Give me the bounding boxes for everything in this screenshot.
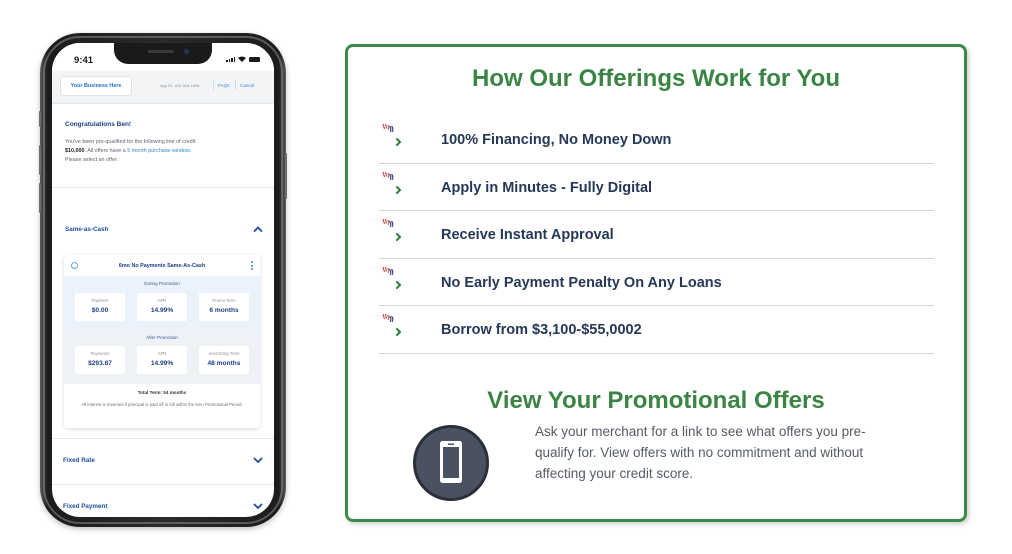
chevron-down-icon[interactable] (253, 455, 263, 465)
business-logo-button[interactable]: Your Business Here (60, 76, 132, 96)
tile-value: 48 months (207, 360, 241, 367)
section-fixed-rate[interactable]: Fixed Rate (52, 452, 274, 472)
feature-item: Apply in Minutes - Fully Digital (379, 164, 934, 211)
section-same-as-cash[interactable]: Same-as-Cash (52, 221, 274, 241)
header-divider (213, 80, 214, 90)
promo-tile-payment: Payment $0.00 (75, 293, 125, 321)
cellular-signal-icon (226, 57, 235, 62)
tile-label: Payments (90, 351, 110, 356)
greeting-heading: Congratulations Ben! (65, 121, 132, 128)
offer-card[interactable]: 6mo No Payments Same-As-Cash During Prom… (64, 255, 260, 428)
section-divider (52, 438, 274, 439)
feature-item: Receive Instant Approval (379, 211, 934, 259)
tile-value: $293.87 (88, 360, 112, 367)
power-button (285, 153, 287, 199)
app-id-label: App ID: 403-918-1098 (160, 83, 200, 88)
tile-label: APR (157, 298, 167, 303)
volume-up-button (39, 145, 41, 175)
feature-text: Borrow from $3,100-$55,0002 (441, 322, 642, 338)
phone-notch (114, 43, 212, 64)
tile-value: 14.99% (150, 307, 174, 314)
header-divider (235, 80, 236, 90)
wifi-icon (238, 56, 246, 62)
tile-label: APR (157, 351, 167, 356)
feature-text: 100% Financing, No Money Down (441, 132, 672, 148)
tile-value: $0.00 (91, 307, 109, 314)
battery-icon (249, 57, 260, 62)
section-label: Fixed Payment (63, 503, 108, 510)
promo-tile-term: Promo Term 6 months (199, 293, 249, 321)
tile-value: 14.99% (150, 360, 174, 367)
broken-image-chevron-icon (382, 218, 402, 241)
mute-switch (39, 111, 41, 127)
section-divider (52, 484, 274, 485)
status-time: 9:41 (74, 55, 94, 66)
after-promotion-band: After Promotion Payments $293.87 APR 14.… (64, 330, 260, 384)
purchase-window-link[interactable]: 5 month purchase window (127, 148, 189, 154)
section-label: Same-as-Cash (65, 226, 109, 233)
intro-line1: You've been pre-qualified for the follow… (65, 139, 197, 145)
after-tile-apr: APR 14.99% (137, 346, 187, 374)
intro-line3: Please select an offer. (65, 156, 118, 163)
broken-image-chevron-icon (382, 266, 402, 289)
front-camera (184, 49, 189, 54)
promo-tile-apr: APR 14.99% (137, 293, 187, 321)
offer-title: 6mo No Payments Same-As-Cash (118, 263, 206, 269)
broken-image-chevron-icon (382, 123, 402, 146)
tile-value: 6 months (209, 307, 239, 314)
phone-screen: 9:41 Your Business Here App ID: 403-918-… (52, 43, 274, 517)
during-promotion-band: During Promotion Payment $0.00 APR 14.99… (64, 276, 260, 330)
phone-mockup: 9:41 Your Business Here App ID: 403-918-… (39, 33, 287, 527)
more-options-icon[interactable] (251, 261, 253, 270)
prequal-intro-text: You've been pre-qualified for the follow… (65, 138, 265, 164)
section-label: Fixed Rate (63, 457, 95, 464)
feature-text: No Early Payment Penalty On Any Loans (441, 274, 722, 291)
smartphone-icon (413, 425, 489, 501)
feature-list: 100% Financing, No Money Down Apply in M… (379, 116, 934, 354)
intro-end: . (189, 147, 192, 154)
app-header: Your Business Here App ID: 403-918-1098 … (52, 71, 274, 104)
after-tile-term: Amortizing Term 48 months (199, 346, 249, 374)
after-tile-payments: Payments $293.87 (75, 346, 125, 374)
section-divider (52, 187, 274, 188)
feature-item: 100% Financing, No Money Down (379, 116, 934, 164)
tile-label: Amortizing Term (208, 351, 240, 356)
feature-item: Borrow from $3,100-$55,0002 (379, 306, 934, 354)
speaker-grille (148, 50, 174, 53)
cancel-link[interactable]: Cancel (240, 83, 254, 88)
status-icons (226, 56, 260, 62)
promo-offers-description: Ask your merchant for a link to see what… (535, 424, 866, 481)
tile-label: Payment (91, 298, 109, 303)
credit-amount: $10,000 (65, 147, 85, 154)
volume-down-button (39, 183, 41, 213)
intro-mid: . All offers have a (84, 147, 128, 154)
offer-fine-print: All interest is reversed if principal is… (81, 402, 243, 407)
broken-image-chevron-icon (382, 171, 402, 194)
tile-label: Promo Term (212, 298, 236, 303)
band-title: During Promotion (144, 281, 180, 286)
band-title: After Promotion (146, 335, 178, 340)
chevron-up-icon[interactable] (253, 224, 263, 234)
panel-title: How Our Offerings Work for You (471, 65, 840, 92)
total-term: Total Term: 54 months (137, 390, 187, 395)
section-fixed-payment[interactable]: Fixed Payment (52, 498, 274, 517)
feature-text: Apply in Minutes - Fully Digital (441, 179, 653, 196)
feature-text: Receive Instant Approval (441, 227, 614, 243)
faqs-link[interactable]: FAQs (218, 83, 230, 88)
promo-offers-title: View Your Promotional Offers (487, 387, 825, 414)
chevron-down-icon[interactable] (253, 501, 263, 511)
offerings-panel: How Our Offerings Work for You 100% Fina… (345, 44, 967, 522)
broken-image-chevron-icon (382, 313, 402, 336)
feature-item: No Early Payment Penalty On Any Loans (379, 259, 934, 306)
